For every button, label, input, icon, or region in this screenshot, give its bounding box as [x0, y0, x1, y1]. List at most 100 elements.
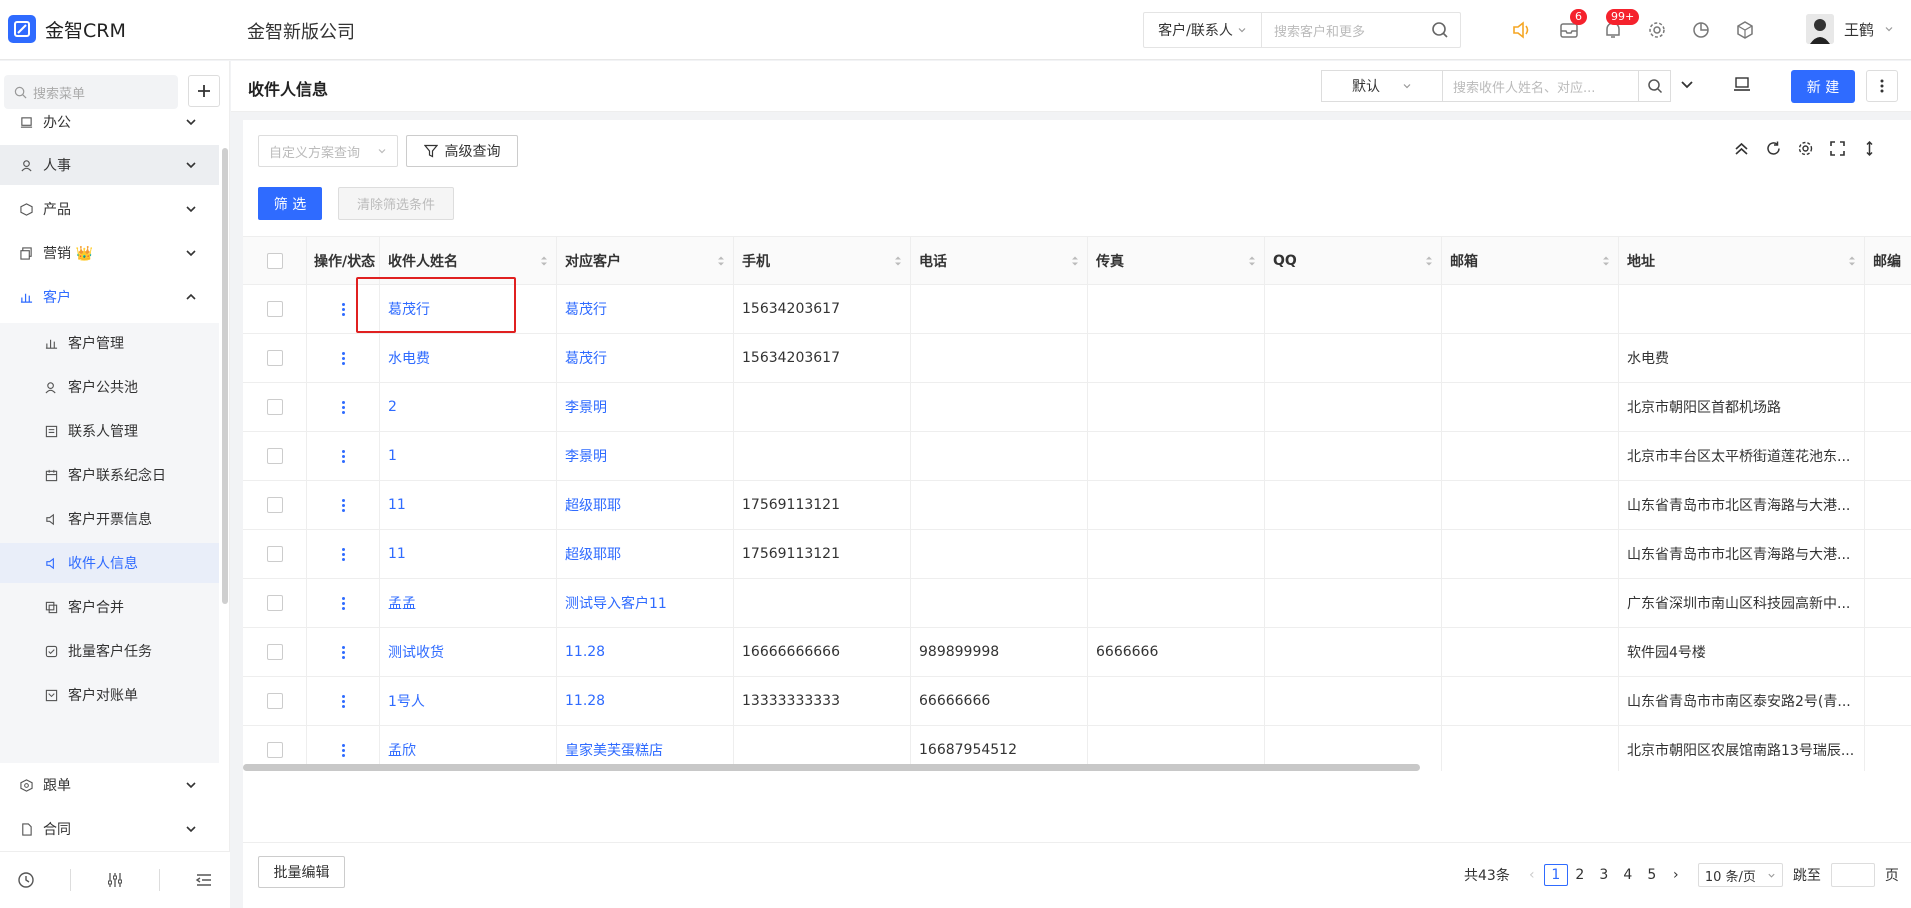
more-vertical-icon[interactable] [341, 302, 345, 316]
row-height-icon[interactable] [1861, 140, 1878, 157]
recipient-search-input[interactable]: 搜索收件人姓名、对应... [1443, 77, 1638, 96]
sidebar-item-statement[interactable]: 客户对账单 [0, 675, 219, 715]
scheme-select[interactable]: 自定义方案查询 [258, 135, 398, 167]
row-checkbox[interactable] [266, 497, 283, 513]
sidebar-item-contact-management[interactable]: 联系人管理 [0, 411, 219, 451]
row-checkbox[interactable] [266, 644, 283, 660]
app-logo[interactable]: 金智CRM [8, 15, 126, 43]
more-vertical-icon[interactable] [341, 547, 345, 561]
select-all-checkbox[interactable] [266, 253, 283, 269]
cell-name[interactable]: 水电费 [380, 334, 557, 382]
table-row[interactable]: 水电费 葛茂行 15634203617 水电费 [243, 334, 1911, 383]
more-vertical-icon[interactable] [341, 743, 345, 757]
user-menu[interactable]: 王鹤 [1806, 14, 1894, 44]
more-vertical-icon[interactable] [341, 645, 345, 659]
sidebar-item-customer-management[interactable]: 客户管理 [0, 323, 219, 363]
sidebar-group-product[interactable]: 产品 [0, 189, 219, 229]
sidebar-item-anniversary[interactable]: 客户联系纪念日 [0, 455, 219, 495]
search-icon[interactable] [1420, 21, 1460, 39]
row-checkbox[interactable] [266, 595, 283, 611]
table-row[interactable]: 1号人 11.28 13333333333 66666666 山东省青岛市市南区泰安路2… [243, 677, 1911, 726]
row-checkbox[interactable] [266, 301, 283, 317]
column-settings-icon[interactable] [1797, 140, 1814, 157]
sort-icon[interactable] [1602, 255, 1610, 267]
col-header-address[interactable]: 地址 [1619, 237, 1865, 285]
page-4[interactable]: 4 [1616, 867, 1640, 883]
cell-customer[interactable]: 11.28 [557, 628, 734, 676]
sort-icon[interactable] [540, 255, 548, 267]
sidebar-group-contract[interactable]: 合同 [0, 809, 219, 849]
row-checkbox[interactable] [266, 448, 283, 464]
speaker-icon[interactable] [1510, 18, 1534, 42]
table-row[interactable]: 孟孟 测试导入客户11 广东省深圳市南山区科技园高新中... [243, 579, 1911, 628]
more-vertical-icon[interactable] [341, 596, 345, 610]
sidebar-group-follow[interactable]: 跟单 [0, 765, 219, 805]
more-menu-button[interactable] [1866, 70, 1898, 102]
next-page-icon[interactable]: › [1664, 867, 1688, 883]
bell-icon[interactable]: 99+ [1601, 9, 1640, 42]
cell-name[interactable]: 11 [380, 481, 557, 529]
cell-customer[interactable]: 测试导入客户11 [557, 579, 734, 627]
cell-name[interactable]: 孟孟 [380, 579, 557, 627]
filter-button[interactable]: 筛 选 [258, 187, 322, 220]
cell-customer[interactable]: 11.28 [557, 677, 734, 725]
sort-icon[interactable] [1071, 255, 1079, 267]
prev-page-icon[interactable]: ‹ [1520, 867, 1544, 883]
more-vertical-icon[interactable] [341, 400, 345, 414]
table-row[interactable]: 11 超级耶耶 17569113121 山东省青岛市市北区青海路与大港... [243, 481, 1911, 530]
history-icon[interactable] [17, 871, 35, 889]
page-1[interactable]: 1 [1543, 864, 1568, 886]
new-button[interactable]: 新 建 [1791, 70, 1855, 103]
cell-customer[interactable]: 超级耶耶 [557, 530, 734, 578]
cube-icon[interactable] [1733, 18, 1757, 42]
cell-name[interactable]: 1 [380, 432, 557, 480]
cell-customer[interactable]: 超级耶耶 [557, 481, 734, 529]
page-size-select[interactable]: 10 条/页 [1697, 863, 1783, 887]
collapse-menu-icon[interactable] [195, 871, 213, 889]
sidebar-group-marketing[interactable]: 营销 👑 [0, 233, 219, 273]
sidebar-group-hr[interactable]: 人事 [0, 145, 219, 185]
row-checkbox[interactable] [266, 546, 283, 562]
cell-name[interactable]: 测试收货 [380, 628, 557, 676]
col-header-qq[interactable]: QQ [1265, 237, 1442, 285]
page-3[interactable]: 3 [1592, 867, 1616, 883]
row-checkbox[interactable] [266, 742, 283, 758]
cell-customer[interactable]: 葛茂行 [557, 285, 734, 333]
table-row[interactable]: 1 李景明 北京市丰台区太平桥街道莲花池东... [243, 432, 1911, 481]
page-2[interactable]: 2 [1568, 867, 1592, 883]
sidebar-item-customer-merge[interactable]: 客户合并 [0, 587, 219, 627]
table-row[interactable]: 2 李景明 北京市朝阳区首都机场路 [243, 383, 1911, 432]
sidebar-item-recipient-info[interactable]: 收件人信息 [0, 543, 219, 583]
horizontal-scrollbar[interactable] [243, 764, 1420, 771]
advanced-query-button[interactable]: 高级查询 [406, 135, 518, 167]
col-header-customer[interactable]: 对应客户 [557, 237, 734, 285]
col-header-email[interactable]: 邮箱 [1442, 237, 1619, 285]
sidebar-group-office[interactable]: 办公 [0, 102, 219, 142]
sidebar-group-customer[interactable]: 客户 [0, 277, 219, 317]
sidebar-item-batch-tasks[interactable]: 批量客户任务 [0, 631, 219, 671]
sidebar-scrollbar[interactable] [222, 148, 228, 604]
batch-edit-button[interactable]: 批量编辑 [258, 856, 345, 888]
row-checkbox[interactable] [266, 350, 283, 366]
view-select[interactable]: 默认 [1321, 70, 1442, 102]
row-checkbox[interactable] [266, 399, 283, 415]
cell-customer[interactable]: 李景明 [557, 383, 734, 431]
page-5[interactable]: 5 [1640, 867, 1664, 883]
gear-icon[interactable] [1645, 18, 1669, 42]
refresh-icon[interactable] [1765, 140, 1782, 157]
sort-icon[interactable] [1848, 255, 1856, 267]
more-vertical-icon[interactable] [341, 449, 345, 463]
fullscreen-icon[interactable] [1829, 140, 1846, 157]
search-icon[interactable] [1638, 71, 1670, 101]
search-scope-select[interactable]: 客户/联系人 [1144, 13, 1262, 47]
sort-icon[interactable] [894, 255, 902, 267]
row-checkbox[interactable] [266, 693, 283, 709]
col-header-phone[interactable]: 电话 [911, 237, 1088, 285]
company-name[interactable]: 金智新版公司 [247, 18, 355, 44]
cell-customer[interactable]: 葛茂行 [557, 334, 734, 382]
clear-filter-button[interactable]: 清除筛选条件 [338, 187, 454, 220]
table-row[interactable]: 11 超级耶耶 17569113121 山东省青岛市市北区青海路与大港... [243, 530, 1911, 579]
pie-chart-icon[interactable] [1689, 18, 1713, 42]
more-vertical-icon[interactable] [341, 351, 345, 365]
col-header-mobile[interactable]: 手机 [734, 237, 911, 285]
